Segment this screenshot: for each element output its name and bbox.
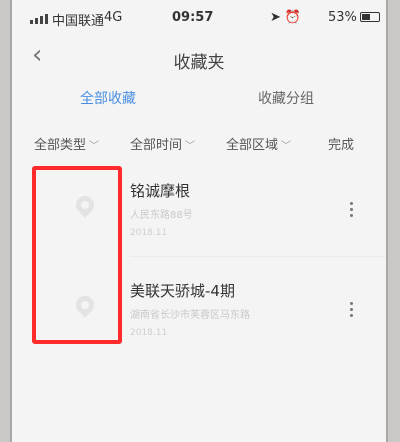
location-icon: ➤ — [270, 10, 285, 25]
done-button[interactable]: 完成 — [328, 134, 354, 153]
filter-bar: 全部类型 ﹀ 全部时间 ﹀ 全部区域 ﹀ 完成 — [12, 124, 386, 158]
item-name: 铭诚摩根 — [130, 182, 191, 200]
battery-percent: 53% — [328, 10, 357, 25]
chevron-down-icon: ﹀ — [185, 141, 196, 152]
item-date: 2018.11 — [130, 328, 168, 338]
status-time: 09:57 — [172, 10, 214, 25]
item-address: 人民东路88号 — [130, 210, 193, 221]
chevron-down-icon: ﹀ — [89, 141, 100, 152]
tab-bar: 全部收藏 收藏分组 — [12, 80, 386, 116]
more-icon[interactable] — [346, 202, 356, 222]
item-date: 2018.11 — [130, 228, 168, 238]
battery-fill — [362, 14, 371, 20]
network-type: 4G — [104, 10, 123, 25]
tab-favorite-groups[interactable]: 收藏分组 — [258, 88, 314, 108]
alarm-icon: ⏰ — [284, 10, 306, 25]
carrier-name: 中国联通 — [52, 14, 105, 29]
filter-region[interactable]: 全部区域 ﹀ — [226, 134, 291, 153]
filter-type-label: 全部类型 — [34, 138, 87, 153]
tab-all-favorites[interactable]: 全部收藏 — [80, 88, 136, 108]
item-name: 美联天骄城-4期 — [130, 282, 235, 300]
page-title: 收藏夹 — [173, 53, 225, 73]
chevron-down-icon: ﹀ — [281, 141, 292, 152]
filter-type[interactable]: 全部类型 ﹀ — [34, 134, 99, 153]
nav-bar: ‹ 收藏夹 — [12, 38, 386, 78]
item-address: 湖南省长沙市芙蓉区马东路 — [130, 310, 250, 321]
divider — [130, 256, 386, 257]
highlight-annotation — [32, 166, 122, 344]
phone-screen: 中国联通 4G 09:57 ➤⏰ 53% ‹ 收藏夹 全部收藏 收藏分组 全部类… — [10, 0, 388, 442]
filter-region-label: 全部区域 — [226, 138, 279, 153]
filter-time-label: 全部时间 — [130, 138, 183, 153]
status-bar: 中国联通 4G 09:57 ➤⏰ 53% — [12, 0, 386, 32]
filter-time[interactable]: 全部时间 ﹀ — [130, 134, 195, 153]
battery-icon — [360, 12, 380, 22]
more-icon[interactable] — [346, 302, 356, 322]
status-icons: ➤⏰ — [270, 10, 305, 25]
signal-strength-icon — [30, 12, 48, 24]
